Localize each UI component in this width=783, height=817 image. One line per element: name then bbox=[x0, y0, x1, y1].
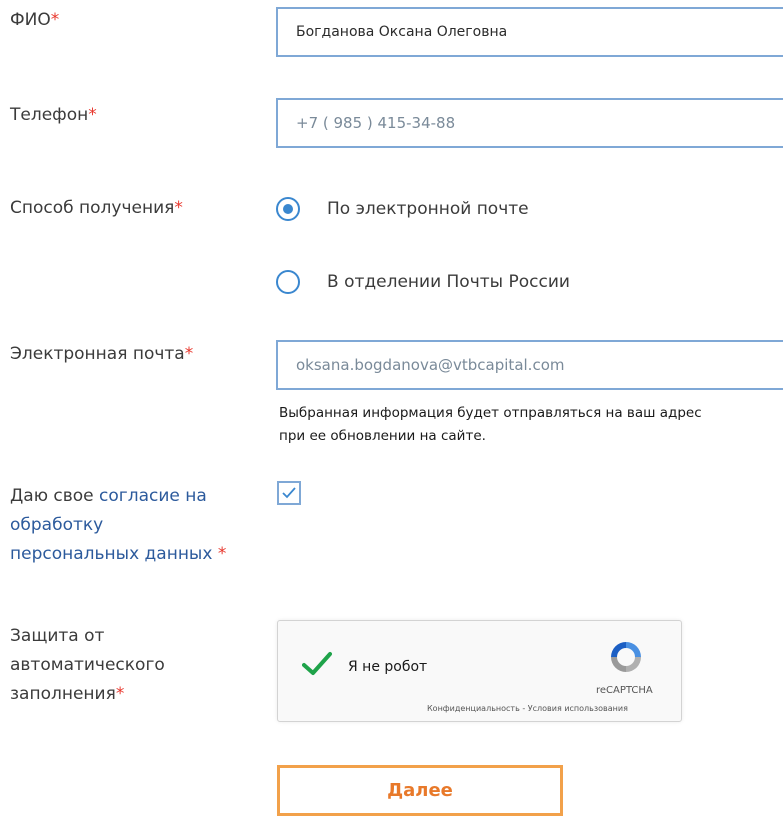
consent-prefix: Даю свое bbox=[10, 486, 100, 506]
required-mark: * bbox=[115, 684, 125, 704]
consent-label: Даю свое согласие на обработку персональ… bbox=[10, 482, 226, 569]
captcha-checkbox-text[interactable]: Я не робот bbox=[348, 659, 427, 675]
recaptcha-terms[interactable]: Конфиденциальность - Условия использован… bbox=[427, 704, 628, 713]
consent-link-part2[interactable]: обработку bbox=[10, 515, 103, 535]
phone-label: Телефон* bbox=[10, 101, 97, 130]
radio-post[interactable] bbox=[276, 270, 300, 294]
email-hint: Выбранная информация будет отправляться … bbox=[279, 402, 779, 448]
consent-link-part3[interactable]: персональных данных bbox=[10, 544, 212, 564]
phone-input[interactable] bbox=[276, 98, 783, 148]
email-hint-line1: Выбранная информация будет отправляться … bbox=[279, 405, 702, 421]
required-mark: * bbox=[50, 10, 60, 30]
delivery-label-text: Способ получения bbox=[10, 198, 175, 218]
captcha-label-line2: автоматического bbox=[10, 655, 165, 675]
checkmark-icon bbox=[282, 487, 296, 499]
consent-link-part1[interactable]: согласие на bbox=[99, 486, 207, 506]
recaptcha-widget: Я не робот reCAPTCHA Конфиденциальность … bbox=[277, 620, 682, 722]
captcha-check-icon[interactable] bbox=[302, 651, 332, 677]
email-input[interactable] bbox=[276, 340, 783, 390]
fio-label-text: ФИО bbox=[10, 10, 51, 30]
captcha-label-line3: заполнения bbox=[10, 684, 116, 704]
captcha-label-line1: Защита от bbox=[10, 626, 105, 646]
consent-checkbox[interactable] bbox=[277, 481, 301, 505]
required-mark: * bbox=[184, 344, 194, 364]
recaptcha-logo-icon bbox=[611, 642, 641, 672]
recaptcha-brand: reCAPTCHA bbox=[596, 685, 653, 696]
radio-selected-dot bbox=[283, 204, 293, 214]
email-label: Электронная почта* bbox=[10, 340, 193, 369]
required-mark: * bbox=[212, 544, 227, 564]
required-mark: * bbox=[174, 198, 183, 218]
delivery-label: Способ получения* bbox=[10, 194, 183, 223]
radio-email-label[interactable]: По электронной почте bbox=[327, 197, 529, 221]
email-hint-line2: при ее обновлении на сайте. bbox=[279, 428, 486, 444]
radio-post-label[interactable]: В отделении Почты России bbox=[327, 270, 570, 294]
fio-label: ФИО* bbox=[10, 6, 59, 35]
captcha-label: Защита от автоматического заполнения* bbox=[10, 622, 165, 709]
email-label-text: Электронная почта bbox=[10, 344, 185, 364]
fio-input[interactable] bbox=[276, 7, 783, 57]
radio-email[interactable] bbox=[276, 197, 300, 221]
required-mark: * bbox=[88, 105, 97, 125]
next-button[interactable]: Далее bbox=[277, 765, 563, 816]
phone-label-text: Телефон bbox=[10, 105, 89, 125]
